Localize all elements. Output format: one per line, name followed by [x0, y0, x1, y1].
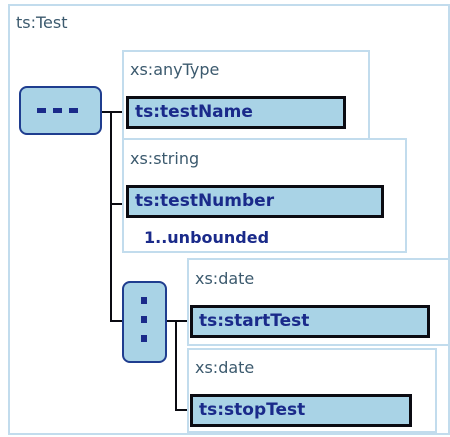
element-type-starttest: xs:date: [195, 269, 255, 288]
choice-compositor[interactable]: [122, 281, 167, 363]
element-testnumber[interactable]: ts:testNumber: [126, 185, 384, 218]
element-starttest[interactable]: ts:startTest: [190, 305, 430, 338]
connector-line: [110, 320, 122, 322]
complex-type-name: ts:Test: [16, 13, 68, 32]
element-type-testnumber: xs:string: [130, 149, 200, 168]
occurrence-label: 1..unbounded: [144, 228, 270, 247]
connector-line: [110, 111, 112, 322]
connector-line: [175, 320, 177, 411]
element-testname[interactable]: ts:testName: [126, 96, 346, 129]
element-stoptest[interactable]: ts:stopTest: [190, 394, 412, 427]
element-type-stoptest: xs:date: [195, 358, 255, 377]
sequence-compositor[interactable]: [19, 86, 102, 135]
element-type-testname: xs:anyType: [130, 60, 220, 79]
